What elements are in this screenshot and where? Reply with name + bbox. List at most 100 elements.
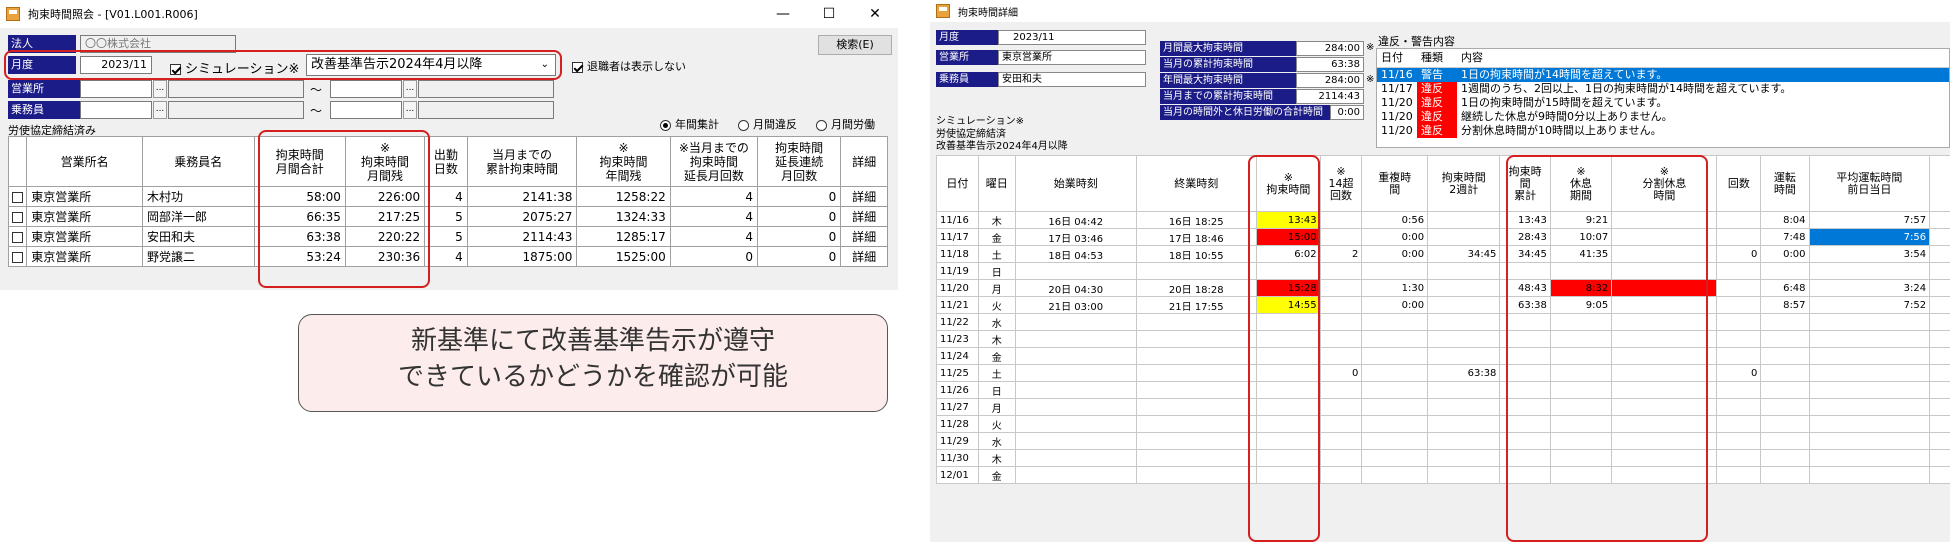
detail-cell-drv: 7:48 <box>1760 228 1810 246</box>
warning-row[interactable]: 11/20 違反 継続した休息が9時間0分以上ありません。 <box>1377 109 1949 124</box>
detail-cell-w: 木 <box>977 330 1016 348</box>
detail-row[interactable]: 11/16 木 16日 04:42 16日 18:25 13:43 0:56 13:43 9:… <box>936 211 1950 229</box>
right-window: 拘束時間詳細 月度 2023/11 営業所 東京営業所 乗務員 安田和夫 シミュ… <box>930 0 1950 542</box>
highlight-box-monthly <box>258 130 430 288</box>
cell-ext-consec: 0 <box>756 226 842 247</box>
warning-row[interactable]: 11/16 警告 1日の拘束時間が14時間を超えています。 <box>1377 67 1949 82</box>
detail-cell-s: 20日 04:30 <box>1014 279 1137 297</box>
checkbox-icon <box>12 231 24 243</box>
detail-row[interactable]: 11/21 火 21日 03:00 21日 17:55 14:55 0:00 63:38 9:… <box>936 296 1950 314</box>
warning-date: 11/20 <box>1381 95 1413 109</box>
row-checkbox[interactable] <box>7 206 28 227</box>
detail-row[interactable]: 11/30 木 <box>936 449 1950 467</box>
detail-row[interactable]: 11/27 月 <box>936 398 1950 416</box>
search-button[interactable]: 検索(E) <box>818 35 892 55</box>
detail-row[interactable]: 11/28 火 <box>936 415 1950 433</box>
detail-cell-o <box>1319 466 1363 484</box>
col-header-detail: 詳細 <box>840 136 888 187</box>
detail-row[interactable]: 11/23 木 <box>936 330 1950 348</box>
detail-cell-s: 17日 03:46 <box>1014 228 1137 246</box>
cell-annual-remain: 1285:17 <box>576 226 671 247</box>
maximize-icon[interactable]: ☐ <box>806 0 852 28</box>
row-checkbox[interactable] <box>7 226 28 247</box>
office-to-code[interactable] <box>330 80 402 98</box>
row-checkbox[interactable] <box>7 246 28 267</box>
warning-type: 警告 <box>1421 67 1443 81</box>
minimize-icon[interactable]: — <box>760 0 806 28</box>
detail-cell-n <box>1716 398 1762 416</box>
detail-row[interactable]: 11/22 水 <box>936 313 1950 331</box>
detail-row[interactable]: 11/19 日 <box>936 262 1950 280</box>
detail-row[interactable]: 11/18 土 18日 04:53 18日 10:55 6:02 2 0:00 34:45 34… <box>936 245 1950 263</box>
detail-cell-avg: 7:57 <box>1808 211 1931 229</box>
detail-cell-s <box>1014 432 1137 450</box>
detail-cell-n <box>1716 432 1762 450</box>
detail-row[interactable]: 11/25 土 0 63:38 0 <box>936 364 1950 382</box>
detail-cell-dup: 0:00 <box>1361 245 1429 263</box>
detail-button[interactable]: 詳細 <box>840 186 888 207</box>
office-to-lookup-button[interactable]: ... <box>403 80 417 98</box>
detail-row[interactable]: 11/26 日 <box>936 381 1950 399</box>
detail-crew-label: 乗務員 <box>936 72 998 87</box>
detail-row[interactable]: 11/29 水 <box>936 432 1950 450</box>
office-from-lookup-button[interactable]: ... <box>153 80 167 98</box>
table-row[interactable]: 東京営業所 岡部洋一郎 66:35 217:25 5 2075:27 1324:33 4 0 詳細 <box>7 206 888 227</box>
table-row[interactable]: 東京営業所 木村功 58:00 226:00 4 2141:38 1258:22 4 0 詳細 <box>7 186 888 207</box>
detail-office-label: 営業所 <box>936 50 998 65</box>
detail-cell-dup <box>1361 381 1429 399</box>
detail-cell-n <box>1716 228 1762 246</box>
checkbox-icon <box>12 191 24 203</box>
detail-cell-d: 11/17 <box>936 228 979 246</box>
close-icon[interactable]: ✕ <box>852 0 898 28</box>
cell-name: 安田和夫 <box>141 226 255 247</box>
col-header-ext-count: ※当月までの 拘束時間 延長月回数 <box>669 136 759 187</box>
cell-ext-count: 0 <box>669 246 759 267</box>
detail-row[interactable]: 11/24 金 <box>936 347 1950 365</box>
highlight-box-restraint <box>1248 155 1320 542</box>
crew-to-code[interactable] <box>330 101 402 119</box>
detail-cell-dup: 1:30 <box>1361 279 1429 297</box>
warn-header-type: 種類 <box>1421 50 1443 64</box>
row-checkbox[interactable] <box>7 186 28 207</box>
checkbox-icon <box>12 211 24 223</box>
detail-cell-extra <box>1929 381 1950 399</box>
detail-cell-avg <box>1808 347 1931 365</box>
detail-row[interactable]: 11/17 金 17日 03:46 17日 18:46 15:00 0:00 28:43 10… <box>936 228 1950 246</box>
warning-row[interactable]: 11/20 違反 1日の拘束時間が15時間を超えています。 <box>1377 95 1949 110</box>
crew-from-lookup-button[interactable]: ... <box>153 101 167 119</box>
detail-cell-e <box>1135 330 1258 348</box>
crew-from-name <box>168 101 304 119</box>
warning-type: 違反 <box>1417 109 1457 124</box>
dcol-avg-drive: 平均運転時間 前日当日 <box>1808 155 1931 212</box>
warning-text: 1週間のうち、2回以上、1日の拘束時間が14時間を超えています。 <box>1461 81 1792 95</box>
detail-row[interactable]: 12/01 金 <box>936 466 1950 484</box>
warn-list[interactable]: 日付 種類 内容 11/16 警告 1日の拘束時間が14時間を超えています。 11/1… <box>1376 48 1950 148</box>
detail-cell-s <box>1014 381 1137 399</box>
detail-button[interactable]: 詳細 <box>840 206 888 227</box>
table-row[interactable]: 東京営業所 野党譲二 53:24 230:36 4 1875:00 1525:00 0 0 詳細 <box>7 246 888 267</box>
warning-row[interactable]: 11/20 違反 分割休息時間が10時間以上ありません。 <box>1377 123 1949 138</box>
crew-to-name <box>418 101 554 119</box>
detail-cell-drv <box>1760 381 1810 399</box>
detail-cell-extra <box>1929 228 1950 246</box>
detail-row[interactable]: 11/20 月 20日 04:30 20日 18:28 15:28 1:30 48:43 8:… <box>936 279 1950 297</box>
detail-cell-n: 0 <box>1716 245 1762 263</box>
detail-button[interactable]: 詳細 <box>840 226 888 247</box>
detail-month-label: 月度 <box>936 30 998 45</box>
detail-cell-o <box>1319 432 1363 450</box>
office-from-code[interactable] <box>80 80 152 98</box>
retired-checkbox[interactable]: 退職者は表示しない <box>572 58 686 74</box>
detail-cell-drv <box>1760 330 1810 348</box>
right-titlebar: 拘束時間詳細 <box>930 0 1950 22</box>
radio-monthly[interactable]: 月間違反 <box>738 116 797 132</box>
table-row[interactable]: 東京営業所 安田和夫 63:38 220:22 5 2114:43 1285:17 4 0 詳細 <box>7 226 888 247</box>
detail-button[interactable]: 詳細 <box>840 246 888 267</box>
warning-row[interactable]: 11/17 違反 1週間のうち、2回以上、1日の拘束時間が14時間を超えています。 <box>1377 81 1949 96</box>
radio-labor[interactable]: 月間労働 <box>816 116 875 132</box>
warn-header-content: 内容 <box>1461 50 1483 64</box>
detail-cell-extra <box>1929 279 1950 297</box>
crew-to-lookup-button[interactable]: ... <box>403 101 417 119</box>
cell-ext-consec: 0 <box>756 206 842 227</box>
crew-from-code[interactable] <box>80 101 152 119</box>
radio-annual[interactable]: 年間集計 <box>660 116 719 132</box>
